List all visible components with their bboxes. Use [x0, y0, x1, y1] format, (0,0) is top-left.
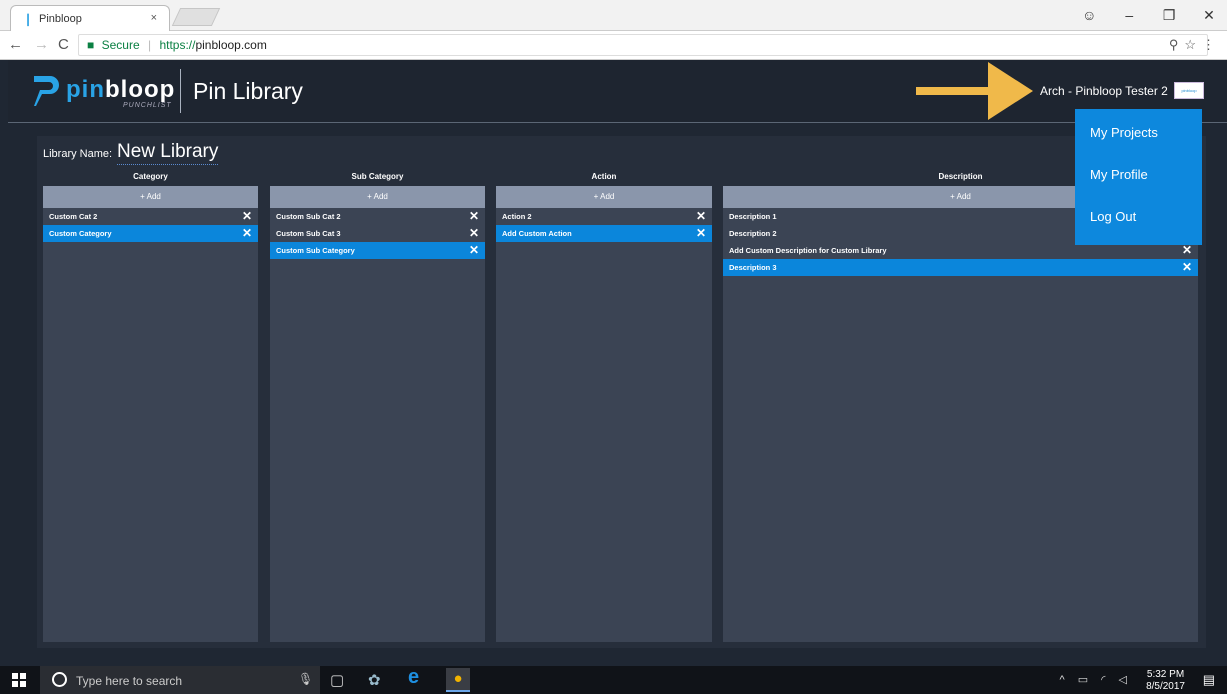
list-item-label: Custom Cat 2	[49, 212, 98, 221]
list-item-label: Custom Sub Category	[276, 246, 355, 255]
menu-item-log-out[interactable]: Log Out	[1090, 209, 1136, 224]
action-column: Action + Add Action 2 ✕ Add Custom Action…	[496, 168, 712, 642]
new-tab-button[interactable]	[171, 8, 221, 26]
browser-toolbar: ← → C ■ Secure | https://pinbloop.com ⚲☆…	[0, 31, 1227, 60]
delete-icon[interactable]: ✕	[242, 208, 252, 225]
add-sub-category-button[interactable]: + Add	[270, 186, 485, 208]
column-title: Category	[133, 172, 168, 181]
delete-icon[interactable]: ✕	[696, 208, 706, 225]
reload-button[interactable]: C	[58, 36, 69, 53]
category-list: Custom Cat 2 ✕ Custom Category ✕	[43, 208, 258, 642]
column-title: Sub Category	[351, 172, 404, 181]
paint-app-icon[interactable]: ✿	[368, 671, 381, 689]
user-name[interactable]: Arch - Pinbloop Tester 2	[1040, 84, 1168, 98]
pinbloop-logo-icon[interactable]	[30, 72, 60, 108]
chrome-browser-icon[interactable]: ●	[446, 668, 470, 692]
delete-icon[interactable]: ✕	[469, 208, 479, 225]
sub-category-column: Sub Category + Add Custom Sub Cat 2 ✕ Cus…	[270, 168, 485, 642]
header-divider	[180, 69, 181, 113]
list-item-selected[interactable]: Custom Category ✕	[43, 225, 258, 242]
logo-wordmark: pinbloop	[66, 76, 175, 104]
list-item-label: Add Custom Action	[502, 229, 572, 238]
list-item[interactable]: Action 2 ✕	[496, 208, 712, 225]
list-item-label: Description 3	[729, 263, 777, 272]
close-window-button[interactable]: ✕	[1191, 0, 1227, 31]
list-item-label: Custom Sub Cat 3	[276, 229, 341, 238]
add-action-button[interactable]: + Add	[496, 186, 712, 208]
back-button[interactable]: ←	[8, 36, 23, 53]
pinbloop-favicon-icon: ❘	[23, 12, 34, 26]
delete-icon[interactable]: ✕	[242, 225, 252, 242]
bookmark-star-icon[interactable]: ☆	[1184, 37, 1202, 52]
tab-close-icon[interactable]: ×	[151, 12, 157, 24]
screen: ❘ Pinbloop × ☺ – ❐ ✕ ← → C ■ Secure | ht…	[0, 0, 1227, 694]
delete-icon[interactable]: ✕	[469, 242, 479, 259]
list-item-label: Custom Sub Cat 2	[276, 212, 341, 221]
logo-wordmark-pin: pin	[66, 76, 105, 103]
column-title: Action	[591, 172, 617, 181]
taskbar-search-box[interactable]: Type here to search 🎙	[40, 666, 320, 694]
library-name-field[interactable]: New Library	[117, 141, 219, 165]
menu-item-my-profile[interactable]: My Profile	[1090, 167, 1148, 182]
logo-wordmark-bloop: bloop	[105, 76, 176, 103]
minimize-button[interactable]: –	[1111, 0, 1147, 31]
lock-icon: ■	[87, 38, 95, 52]
browser-tab[interactable]: ❘ Pinbloop ×	[10, 5, 170, 31]
notification-icon[interactable]: ▤	[1203, 672, 1215, 688]
delete-icon[interactable]: ✕	[1182, 259, 1192, 276]
list-item[interactable]: Custom Sub Cat 2 ✕	[270, 208, 485, 225]
list-item[interactable]: Custom Sub Cat 3 ✕	[270, 225, 485, 242]
windows-start-icon[interactable]	[12, 673, 26, 687]
page-title: Pin Library	[193, 78, 303, 104]
url-host: pinbloop.com	[195, 38, 267, 52]
list-item-selected[interactable]: Add Custom Action ✕	[496, 225, 712, 242]
taskbar-search-placeholder: Type here to search	[76, 674, 183, 688]
taskbar-clock[interactable]: 5:32 PM 8/5/2017	[1146, 669, 1185, 693]
sub-category-list: Custom Sub Cat 2 ✕ Custom Sub Cat 3 ✕ Cust…	[270, 208, 485, 642]
list-item-selected[interactable]: Custom Sub Category ✕	[270, 242, 485, 259]
delete-icon[interactable]: ✕	[469, 225, 479, 242]
microphone-icon[interactable]: 🎙	[298, 672, 313, 686]
secure-label: Secure	[101, 38, 140, 52]
list-item-label: Custom Category	[49, 229, 112, 238]
zoom-icon[interactable]: ⚲	[1169, 37, 1185, 52]
avatar[interactable]: pinbloop	[1174, 82, 1204, 99]
list-item-label: Action 2	[502, 212, 532, 221]
user-dropdown-menu: My Projects My Profile Log Out	[1075, 109, 1202, 245]
window-controls: ☺ – ❐ ✕	[1071, 0, 1227, 31]
list-item-selected[interactable]: Description 3 ✕	[723, 259, 1198, 276]
account-icon[interactable]: ☺	[1071, 0, 1107, 31]
category-column: Category + Add Custom Cat 2 ✕ Custom Cate…	[43, 168, 258, 642]
edge-browser-icon[interactable]: e	[408, 666, 419, 689]
delete-icon[interactable]: ✕	[696, 225, 706, 242]
windows-taskbar: Type here to search 🎙 ▢ ✿ e ● ^ ▭ ◜ ◁ 5:…	[0, 666, 1227, 694]
tab-title: Pinbloop	[39, 13, 82, 25]
browser-tools: ⚲☆⋮	[1169, 37, 1221, 53]
list-item[interactable]: Custom Cat 2 ✕	[43, 208, 258, 225]
system-tray[interactable]: ^ ▭ ◜ ◁	[1060, 673, 1132, 686]
clock-date: 8/5/2017	[1146, 681, 1185, 692]
logo-subtitle: PUNCHLIST	[123, 102, 172, 109]
forward-button[interactable]: →	[34, 36, 49, 53]
annotation-arrow-icon	[916, 62, 1033, 120]
url-protocol: https://	[159, 38, 196, 52]
description-list: Description 1✕ Description 2✕ Add Custom…	[723, 208, 1198, 642]
url-separator: |	[147, 38, 152, 52]
clock-time: 5:32 PM	[1146, 669, 1185, 680]
address-bar[interactable]: ■ Secure | https://pinbloop.com	[78, 34, 1208, 56]
cortana-icon	[52, 672, 67, 687]
list-item-label: Add Custom Description for Custom Librar…	[729, 246, 887, 255]
library-editor: Library Name: New Library Category + Add…	[37, 136, 1206, 648]
list-item-label: Description 1	[729, 212, 777, 221]
task-view-icon[interactable]: ▢	[330, 671, 344, 689]
app-header: pinbloop PUNCHLIST Pin Library Arch - Pi…	[8, 60, 1227, 123]
library-name-label: Library Name:	[43, 148, 113, 160]
action-list: Action 2 ✕ Add Custom Action ✕	[496, 208, 712, 642]
list-item-label: Description 2	[729, 229, 777, 238]
browser-tab-strip: ❘ Pinbloop × ☺ – ❐ ✕	[0, 0, 1227, 31]
browser-menu-icon[interactable]: ⋮	[1202, 37, 1221, 52]
add-category-button[interactable]: + Add	[43, 186, 258, 208]
menu-item-my-projects[interactable]: My Projects	[1090, 125, 1158, 140]
maximize-button[interactable]: ❐	[1151, 0, 1187, 31]
